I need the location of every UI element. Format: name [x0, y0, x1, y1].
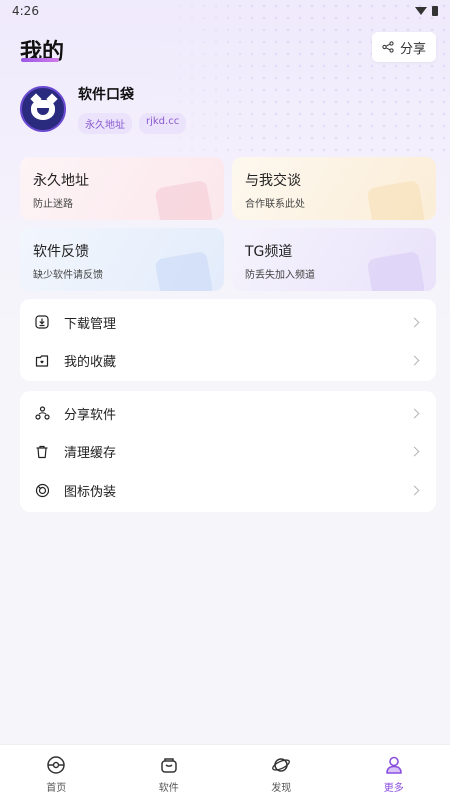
tag-permanent-address[interactable]: 永久地址	[78, 113, 132, 134]
tab-label: 发现	[271, 783, 292, 794]
app-name: 软件口袋	[78, 87, 134, 103]
share-nodes-icon	[34, 405, 50, 421]
menu-item-label: 分享软件	[64, 407, 117, 423]
profile-section: 软件口袋 永久地址 rjkd.cc	[20, 84, 187, 134]
tab-label: 更多	[383, 783, 404, 794]
status-icons	[415, 6, 438, 16]
tab-discover[interactable]: 发现	[225, 745, 338, 800]
card-contact[interactable]: 与我交谈 合作联系此处	[232, 157, 436, 220]
share-label: 分享	[399, 41, 426, 57]
profile-tags: 永久地址 rjkd.cc	[78, 113, 187, 134]
battery-icon	[432, 6, 438, 16]
user-icon	[385, 756, 402, 774]
status-time: 4:26	[12, 4, 39, 18]
menu-group-2: 分享软件 清理缓存 图标伪装	[20, 391, 436, 512]
download-icon	[34, 314, 50, 330]
menu-item-clear-cache[interactable]: 清理缓存	[20, 433, 436, 472]
menu-item-label: 图标伪装	[64, 484, 117, 500]
favorite-folder-icon	[34, 353, 50, 369]
menu-item-download-manager[interactable]: 下载管理	[20, 303, 436, 342]
avatar[interactable]	[20, 86, 66, 132]
menu-item-label: 下载管理	[64, 316, 117, 332]
chevron-right-icon	[409, 355, 420, 366]
tab-more[interactable]: 更多	[338, 745, 450, 800]
menu-item-favorites[interactable]: 我的收藏	[20, 342, 436, 381]
menu-group-1: 下载管理 我的收藏	[20, 299, 436, 381]
card-permanent-address[interactable]: 永久地址 防止迷路	[20, 157, 224, 220]
quick-cards: 永久地址 防止迷路 与我交谈 合作联系此处 软件反馈 缺少软件请反馈 TG频道 …	[20, 157, 436, 291]
wifi-icon	[415, 7, 427, 15]
menu-item-label: 清理缓存	[64, 446, 117, 462]
menu-item-share-software[interactable]: 分享软件	[20, 394, 436, 433]
tab-home[interactable]: 首页	[0, 745, 113, 800]
share-icon	[382, 41, 394, 53]
home-icon	[47, 756, 65, 774]
tab-label: 首页	[46, 783, 67, 794]
card-tg-channel[interactable]: TG频道 防丢失加入频道	[232, 228, 436, 291]
tab-software[interactable]: 软件	[113, 745, 226, 800]
chevron-right-icon	[409, 317, 420, 328]
title-underline	[21, 58, 59, 62]
tag-domain[interactable]: rjkd.cc	[139, 113, 187, 134]
share-button[interactable]: 分享	[371, 32, 436, 62]
software-icon	[161, 758, 177, 773]
menu-item-label: 我的收藏	[64, 355, 117, 371]
chevron-right-icon	[409, 408, 420, 419]
chevron-right-icon	[409, 446, 420, 457]
menu-item-icon-disguise[interactable]: 图标伪装	[20, 471, 436, 510]
status-bar: 4:26	[0, 0, 450, 22]
trash-icon	[34, 444, 50, 460]
chevron-right-icon	[409, 485, 420, 496]
bottom-tab-bar: 首页 软件 发现 更多	[0, 744, 450, 800]
card-feedback[interactable]: 软件反馈 缺少软件请反馈	[20, 228, 224, 291]
discover-icon	[272, 758, 291, 772]
disguise-icon	[34, 482, 50, 498]
tab-label: 软件	[158, 783, 179, 794]
